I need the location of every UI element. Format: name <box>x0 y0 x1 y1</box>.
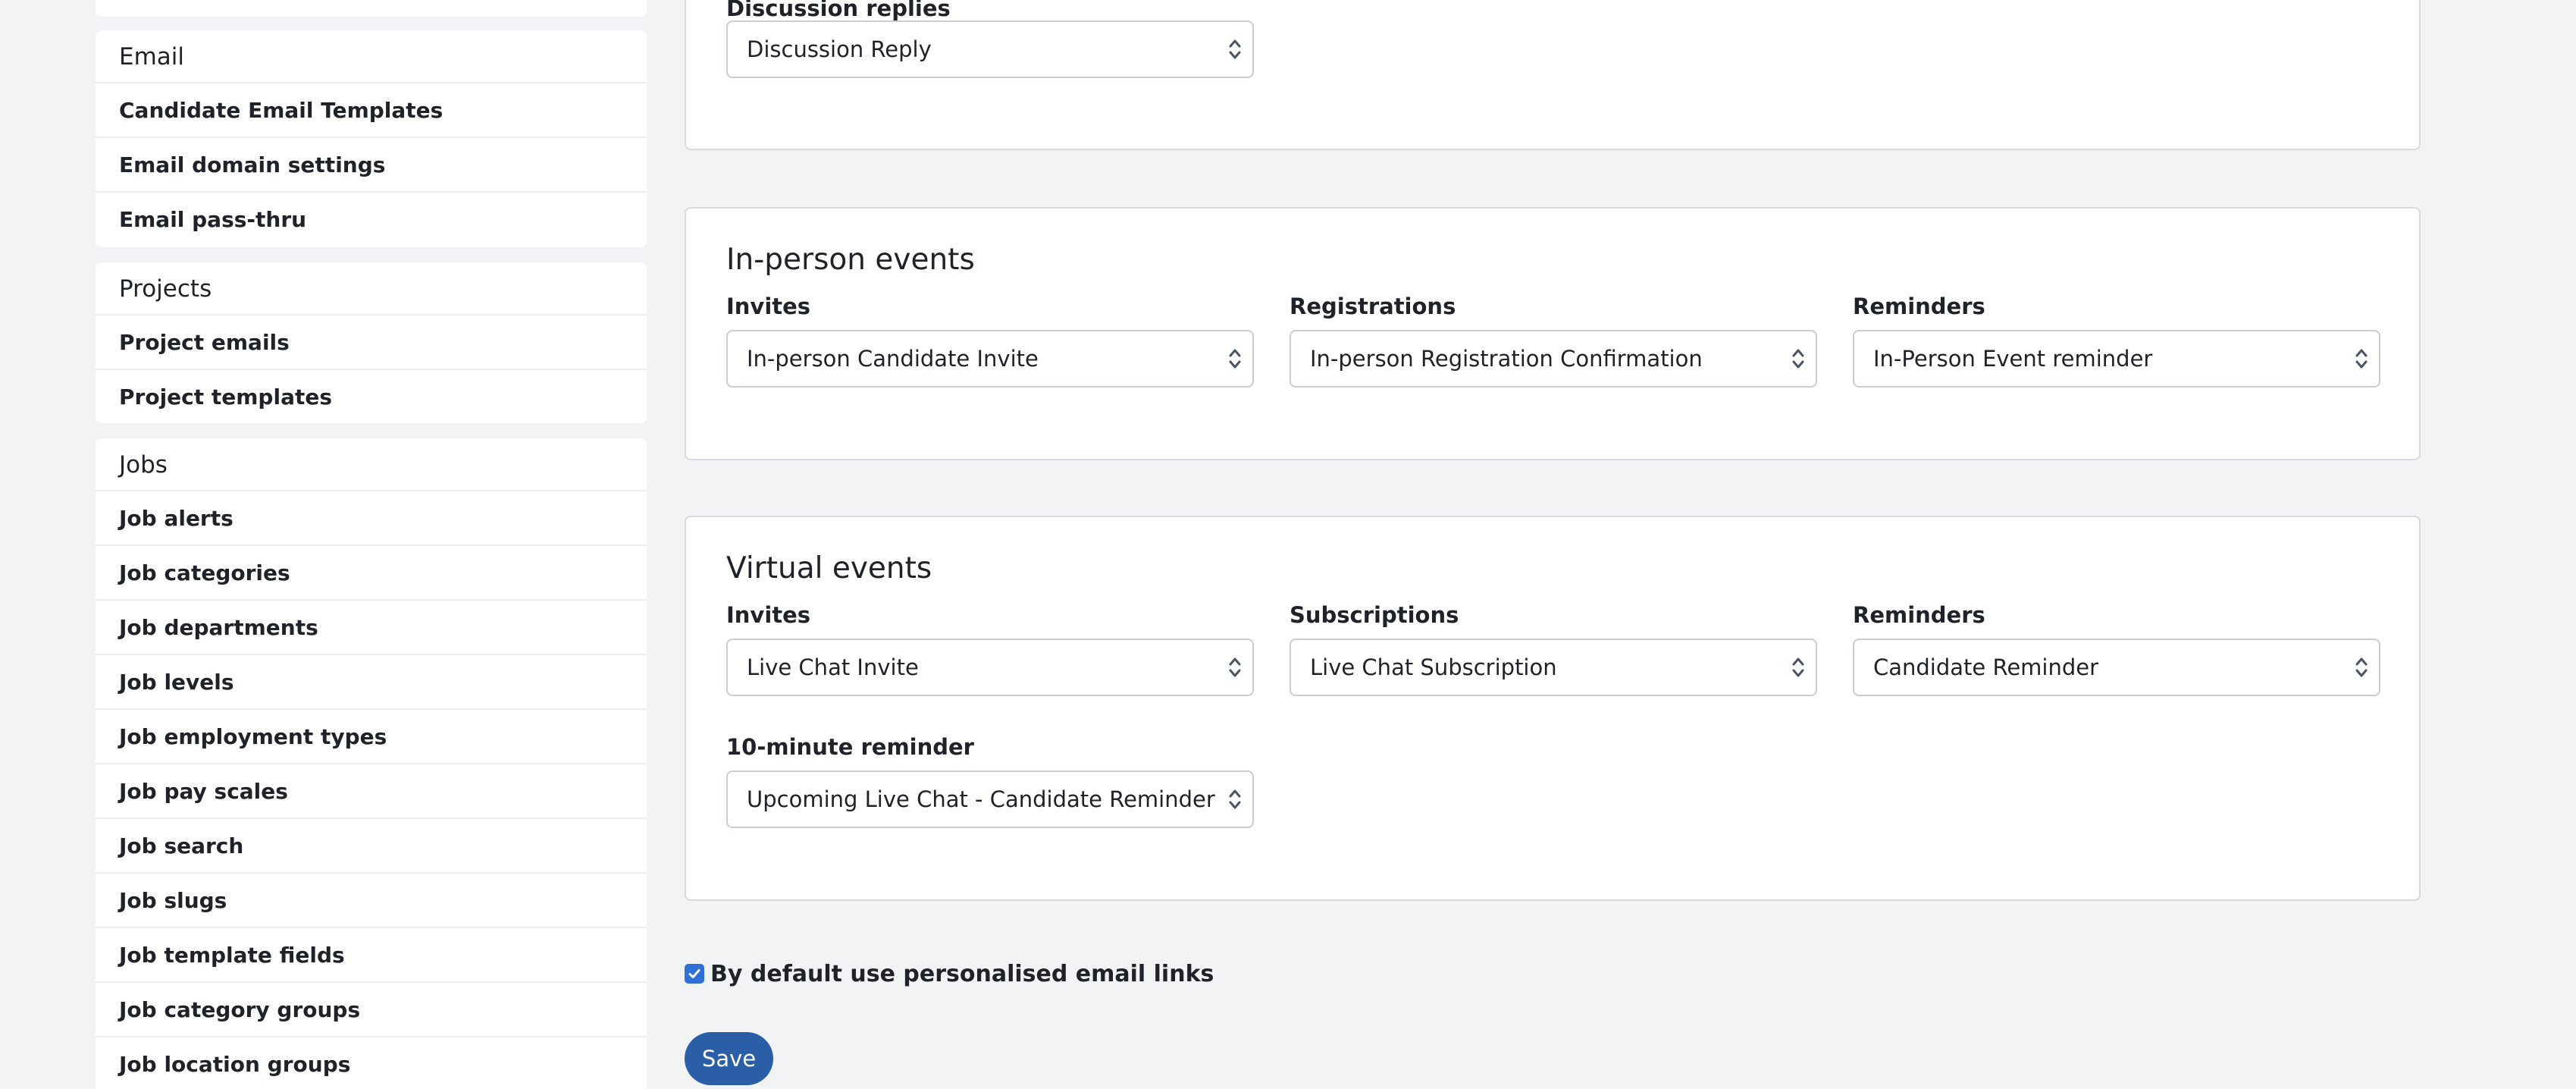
discussion-panel: Discussion replies Discussion Reply <box>685 0 2421 150</box>
ten-minute-reminder-label: 10-minute reminder <box>726 734 974 760</box>
in-person-reminders-label: Reminders <box>1853 293 1985 319</box>
sidebar-item-job-departments[interactable]: Job departments <box>96 601 647 655</box>
updown-chevron-icon <box>1792 349 1804 369</box>
select-value: Discussion Reply <box>747 36 932 62</box>
check-icon <box>688 969 700 978</box>
sidebar-item-job-levels[interactable]: Job levels <box>96 655 647 710</box>
sidebar-item-job-employment-types[interactable]: Job employment types <box>96 710 647 764</box>
virtual-reminders-select[interactable]: Candidate Reminder <box>1853 639 2380 696</box>
personalised-links-checkbox[interactable] <box>685 964 704 984</box>
virtual-subscriptions-label: Subscriptions <box>1290 602 1459 628</box>
sidebar-item-job-pay-scales[interactable]: Job pay scales <box>96 764 647 819</box>
virtual-reminders-label: Reminders <box>1853 602 1985 628</box>
select-value: In-Person Event reminder <box>1873 346 2153 372</box>
sidebar-group-projects: Projects Project emails Project template… <box>96 262 647 423</box>
sidebar-item-project-emails[interactable]: Project emails <box>96 315 647 370</box>
updown-chevron-icon <box>2355 349 2368 369</box>
sidebar-item-job-categories[interactable]: Job categories <box>96 546 647 601</box>
in-person-invites-label: Invites <box>726 293 811 319</box>
select-value: In-person Registration Confirmation <box>1310 346 1703 372</box>
discussion-replies-label: Discussion replies <box>726 0 951 21</box>
sidebar-item-job-slugs[interactable]: Job slugs <box>96 874 647 928</box>
updown-chevron-icon <box>1229 349 1241 369</box>
sidebar-group-email: Email Candidate Email Templates Email do… <box>96 30 647 247</box>
in-person-registrations-select[interactable]: In-person Registration Confirmation <box>1290 330 1817 388</box>
in-person-reminders-select[interactable]: In-Person Event reminder <box>1853 330 2380 388</box>
personalised-links-row: By default use personalised email links <box>685 959 1214 989</box>
sidebar-item-project-templates[interactable]: Project templates <box>96 370 647 425</box>
updown-chevron-icon <box>1792 657 1804 677</box>
updown-chevron-icon <box>1229 789 1241 809</box>
ten-minute-reminder-select[interactable]: Upcoming Live Chat - Candidate Reminder <box>726 770 1254 828</box>
sidebar-item-job-alerts[interactable]: Job alerts <box>96 491 647 546</box>
sidebar-group-jobs: Jobs Job alerts Job categories Job depar… <box>96 438 647 1089</box>
select-value: In-person Candidate Invite <box>747 346 1039 372</box>
sidebar-item-email-pass-thru[interactable]: Email pass-thru <box>96 193 647 247</box>
sidebar-heading-jobs: Jobs <box>96 438 647 491</box>
select-value: Live Chat Invite <box>747 654 919 680</box>
save-button[interactable]: Save <box>685 1032 773 1085</box>
sidebar-card-previous <box>96 0 647 17</box>
in-person-events-title: In-person events <box>726 243 975 277</box>
sidebar-heading-projects: Projects <box>96 262 647 315</box>
virtual-events-title: Virtual events <box>726 551 932 585</box>
updown-chevron-icon <box>1229 39 1241 59</box>
sidebar-item-job-template-fields[interactable]: Job template fields <box>96 928 647 983</box>
virtual-invites-select[interactable]: Live Chat Invite <box>726 639 1254 696</box>
in-person-registrations-label: Registrations <box>1290 293 1456 319</box>
personalised-links-label[interactable]: By default use personalised email links <box>710 961 1214 987</box>
virtual-subscriptions-select[interactable]: Live Chat Subscription <box>1290 639 1817 696</box>
select-value: Upcoming Live Chat - Candidate Reminder <box>747 786 1215 812</box>
sidebar-item-candidate-email-templates[interactable]: Candidate Email Templates <box>96 83 647 138</box>
in-person-invites-select[interactable]: In-person Candidate Invite <box>726 330 1254 388</box>
virtual-invites-label: Invites <box>726 602 811 628</box>
select-value: Candidate Reminder <box>1873 654 2099 680</box>
sidebar-item-job-search[interactable]: Job search <box>96 819 647 874</box>
virtual-events-panel: Virtual events Invites Live Chat Invite … <box>685 516 2421 901</box>
select-value: Live Chat Subscription <box>1310 654 1557 680</box>
sidebar-item-job-location-groups[interactable]: Job location groups <box>96 1037 647 1089</box>
in-person-events-panel: In-person events Invites In-person Candi… <box>685 207 2421 460</box>
updown-chevron-icon <box>1229 657 1241 677</box>
settings-page: Email Candidate Email Templates Email do… <box>0 0 2576 1089</box>
sidebar-item-email-domain-settings[interactable]: Email domain settings <box>96 138 647 193</box>
sidebar-item-job-category-groups[interactable]: Job category groups <box>96 983 647 1037</box>
sidebar-heading-email: Email <box>96 30 647 83</box>
discussion-replies-select[interactable]: Discussion Reply <box>726 20 1254 78</box>
updown-chevron-icon <box>2355 657 2368 677</box>
